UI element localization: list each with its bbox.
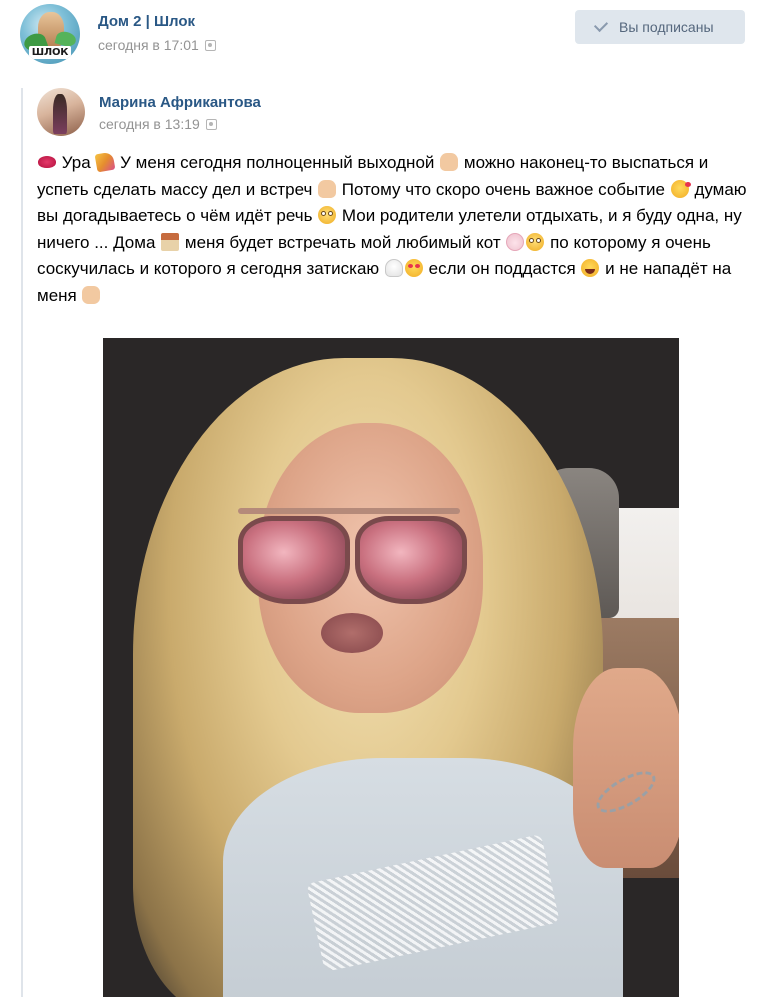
post-text: Ура У меня сегодня полноценный выходной …	[37, 150, 747, 309]
thumbs-up-icon	[318, 179, 337, 198]
photo-hand	[573, 668, 679, 868]
group-name-link[interactable]: Дом 2 | Шлок	[98, 13, 195, 30]
avatar-figure	[53, 94, 67, 134]
party-popper-icon	[94, 151, 116, 173]
face-blowing-kiss-icon	[670, 179, 691, 198]
group-post-time-text[interactable]: сегодня в 17:01	[98, 37, 199, 53]
repost-time-text[interactable]: сегодня в 13:19	[99, 116, 200, 132]
group-logo-text: ШЛОК	[29, 46, 71, 59]
post-text-segment: Потому что скоро очень важное событие	[341, 179, 665, 199]
group-avatar[interactable]: ШЛОК	[20, 4, 80, 64]
post-text-segment: У меня сегодня полноценный выходной	[120, 153, 435, 172]
post-photo[interactable]	[103, 338, 679, 997]
kiss-mark-icon	[38, 156, 56, 168]
heart-eyes-icon	[404, 259, 423, 277]
camera-icon	[205, 119, 217, 130]
subscribed-button[interactable]: Вы подписаны	[575, 10, 745, 44]
sunglasses-lens-left	[238, 516, 350, 604]
flushed-face-icon	[526, 232, 545, 251]
repost-time[interactable]: сегодня в 13:19	[99, 116, 217, 132]
flushed-face-icon	[318, 206, 337, 224]
cat-face-icon	[506, 232, 525, 251]
grinning-face-icon	[581, 259, 600, 277]
post-text-segment: меня будет встречать мой любимый кот	[184, 232, 501, 252]
photo-lips	[321, 613, 383, 653]
post-text-segment: если он поддастся	[428, 259, 576, 278]
check-icon	[593, 17, 609, 33]
fist-icon	[82, 285, 101, 304]
camera-icon	[204, 40, 216, 51]
post-text-segment: Ура	[61, 153, 91, 172]
subscribed-button-label: Вы подписаны	[619, 19, 714, 35]
sunglasses-bridge	[238, 508, 460, 514]
post-header: ШЛОК Дом 2 | Шлок сегодня в 17:01 Вы под…	[0, 0, 760, 70]
repost-indicator-bar	[21, 88, 23, 997]
group-post-time[interactable]: сегодня в 17:01	[98, 37, 216, 53]
author-avatar[interactable]	[37, 88, 85, 136]
thumbs-up-icon	[440, 153, 459, 171]
author-name-link[interactable]: Марина Африкантова	[99, 94, 261, 111]
house-icon	[161, 232, 180, 251]
ghost-icon	[384, 259, 403, 277]
sunglasses-lens-right	[355, 516, 467, 604]
